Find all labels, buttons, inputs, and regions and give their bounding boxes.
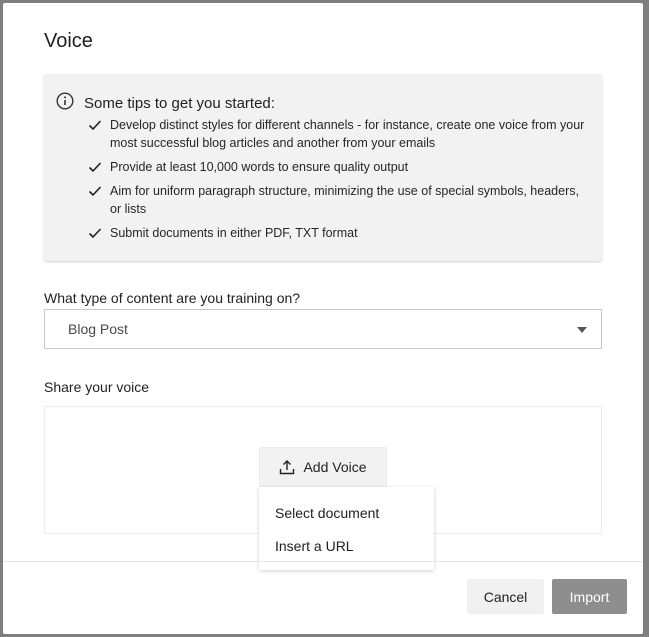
check-icon: [88, 228, 102, 239]
add-voice-menu: Select document Insert a URL: [259, 487, 434, 570]
check-icon: [88, 120, 102, 131]
add-voice-button[interactable]: Add Voice: [259, 447, 387, 487]
tip-item: Develop distinct styles for different ch…: [88, 116, 588, 152]
add-voice-label: Add Voice: [303, 459, 367, 475]
content-type-value: Blog Post: [68, 321, 128, 337]
tip-text: Provide at least 10,000 words to ensure …: [110, 160, 409, 174]
tips-title: Some tips to get you started:: [84, 95, 275, 112]
share-voice-label: Share your voice: [44, 379, 150, 395]
upload-icon: [280, 460, 295, 475]
content-type-label: What type of content are you training on…: [44, 290, 301, 306]
tip-text: Aim for uniform paragraph structure, min…: [110, 184, 579, 216]
cancel-button[interactable]: Cancel: [467, 579, 544, 614]
tip-item: Provide at least 10,000 words to ensure …: [88, 158, 588, 176]
voice-modal: Voice Some tips to get you started: Deve…: [3, 3, 643, 634]
menu-item-select-document[interactable]: Select document: [275, 505, 379, 521]
footer-divider: [3, 561, 643, 562]
tips-panel: Some tips to get you started: Develop di…: [44, 74, 602, 261]
import-button[interactable]: Import: [552, 579, 627, 614]
check-icon: [88, 162, 102, 173]
tip-text: Develop distinct styles for different ch…: [110, 118, 585, 150]
tip-text: Submit documents in either PDF, TXT form…: [110, 226, 358, 240]
tips-header: Some tips to get you started:: [56, 92, 275, 115]
content-type-select[interactable]: Blog Post: [44, 309, 602, 349]
menu-item-insert-url[interactable]: Insert a URL: [275, 538, 354, 554]
tips-list: Develop distinct styles for different ch…: [88, 116, 588, 248]
caret-down-icon: [577, 327, 587, 333]
info-icon: [56, 92, 74, 115]
tip-item: Submit documents in either PDF, TXT form…: [88, 224, 588, 242]
check-icon: [88, 186, 102, 197]
tip-item: Aim for uniform paragraph structure, min…: [88, 182, 588, 218]
modal-title: Voice: [44, 30, 93, 52]
